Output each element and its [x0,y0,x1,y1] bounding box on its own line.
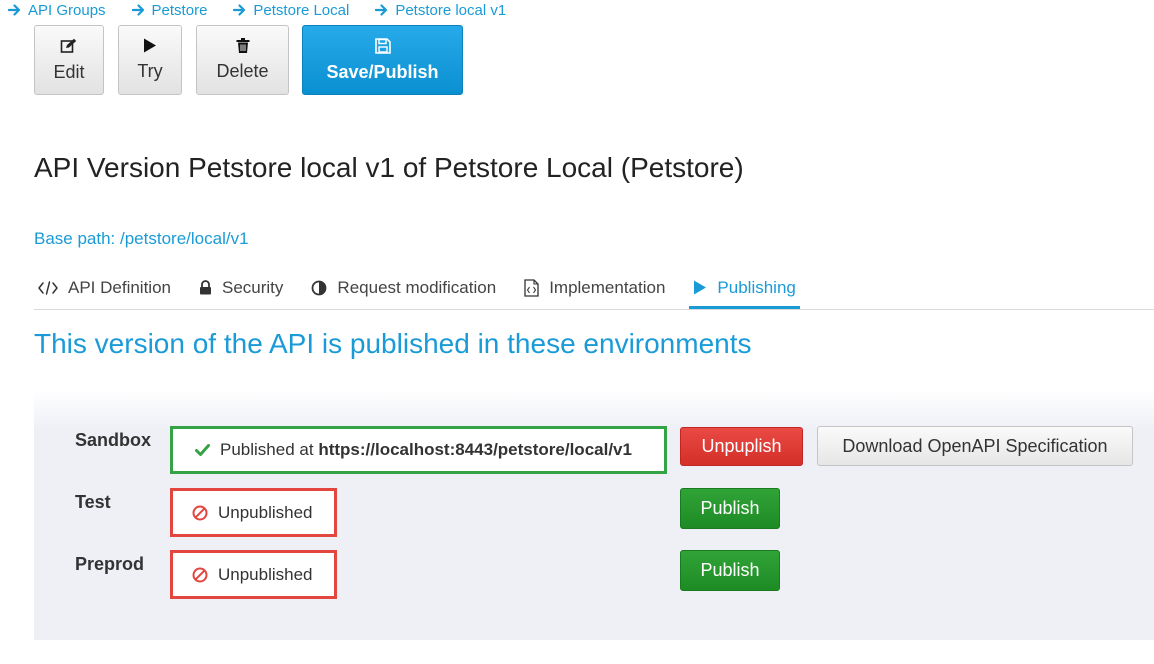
section-title: This version of the API is published in … [34,328,752,359]
delete-button[interactable]: Delete [196,25,289,95]
toolbar: Edit Try Delete Save/Publish [34,25,477,95]
lock-icon [200,280,211,295]
half-circle-icon [312,280,327,295]
page-title: API Version Petstore local v1 of Petstor… [34,152,744,183]
status-prefix: Published at [220,440,314,459]
unpublish-button-sandbox[interactable]: Unpuplish [680,427,803,466]
breadcrumb-item-petstore-local[interactable]: Petstore Local [233,2,349,19]
save-publish-button[interactable]: Save/Publish [302,25,463,95]
breadcrumb: API Groups Petstore Petstore Local Petst… [8,1,532,19]
tab-label: Security [222,277,284,297]
play-icon [694,280,707,295]
base-path: Base path: /petstore/local/v1 [34,229,249,248]
env-name-test: Test [75,492,111,512]
code-file-icon [524,278,539,297]
edit-icon [60,38,77,53]
edit-label: Edit [53,61,85,82]
tab-request-modification[interactable]: Request modification [307,266,500,309]
ban-icon [192,567,208,582]
tab-label: Publishing [717,277,796,297]
breadcrumb-item-petstore-local-v1[interactable]: Petstore local v1 [375,2,506,19]
status-published-sandbox: Published at https://localhost:8443/pets… [170,426,667,474]
tab-api-definition[interactable]: API Definition [34,266,175,309]
breadcrumb-label: Petstore local v1 [395,1,507,19]
arrow-right-icon [8,4,21,16]
breadcrumb-item-api-groups[interactable]: API Groups [8,2,106,19]
breadcrumb-label: Petstore Local [253,1,350,19]
tab-publishing[interactable]: Publishing [689,266,800,309]
tab-label: Request modification [337,277,497,297]
breadcrumb-label: API Groups [28,1,106,19]
status-unpublished-test: Unpublished [170,488,337,537]
try-label: Try [137,61,163,81]
tab-bar: API Definition Security Request modifica… [34,266,1154,310]
trash-icon [236,38,249,53]
play-icon [144,38,156,53]
status-label: Unpublished [218,564,313,584]
breadcrumb-label: Petstore [151,1,208,19]
published-url: https://localhost:8443/petstore/local/v1 [318,440,632,459]
status-label: Unpublished [218,502,313,522]
check-icon [195,444,210,456]
tab-security[interactable]: Security [195,266,287,309]
tab-implementation[interactable]: Implementation [520,266,669,309]
edit-button[interactable]: Edit [34,25,104,95]
save-publish-label: Save/Publish [326,61,439,82]
arrow-right-icon [131,4,144,16]
environments-panel: Sandbox Published at https://localhost:8… [34,390,1154,640]
publish-button-test[interactable]: Publish [680,488,780,529]
env-name-sandbox: Sandbox [75,430,152,450]
delete-label: Delete [216,61,269,81]
arrow-right-icon [375,4,388,16]
save-icon [374,37,391,54]
ban-icon [192,505,208,520]
status-unpublished-preprod: Unpublished [170,550,337,599]
try-button[interactable]: Try [118,25,182,95]
download-openapi-button[interactable]: Download OpenAPI Specification [817,426,1133,466]
arrow-right-icon [233,4,246,16]
tab-label: Implementation [549,277,666,297]
code-icon [38,280,58,295]
tab-label: API Definition [68,277,171,297]
breadcrumb-item-petstore[interactable]: Petstore [131,1,208,19]
env-name-preprod: Preprod [75,554,145,574]
publish-button-preprod[interactable]: Publish [680,550,780,591]
